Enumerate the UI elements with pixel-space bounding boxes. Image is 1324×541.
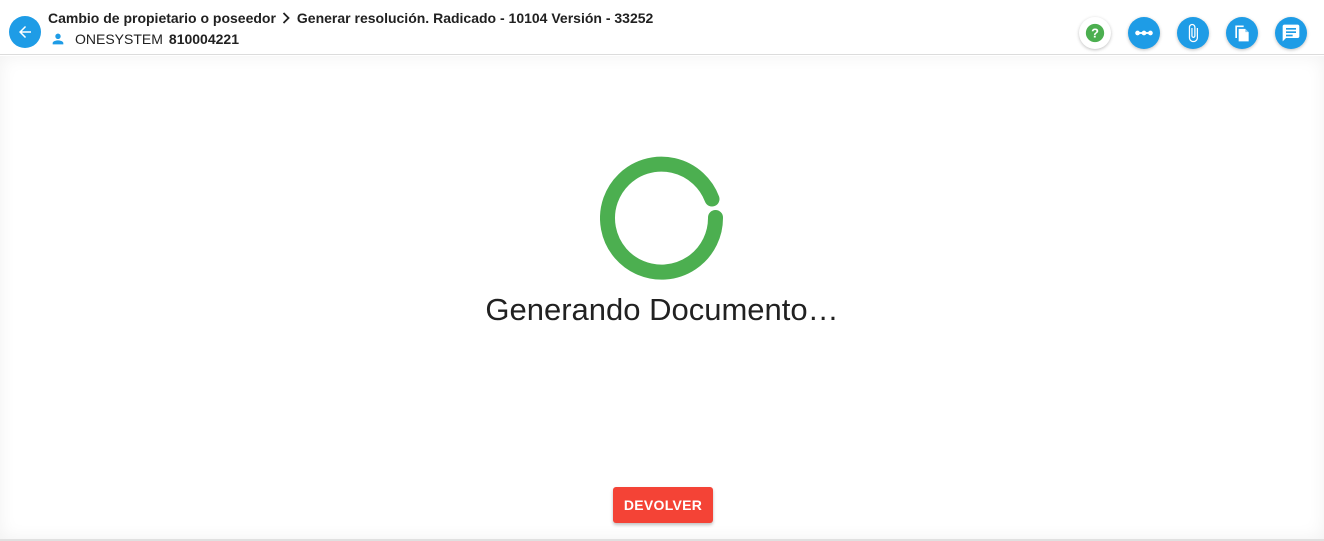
help-icon: ?: [1085, 23, 1105, 43]
breadcrumb-current: Generar resolución. Radicado - 10104 Ver…: [296, 10, 654, 26]
back-button[interactable]: [9, 16, 41, 48]
toolbar: ?: [1079, 17, 1307, 49]
breadcrumb-parent[interactable]: Cambio de propietario o poseedor: [48, 10, 276, 26]
paperclip-icon: [1188, 23, 1198, 43]
devolver-button[interactable]: DEVOLVER: [613, 487, 713, 523]
help-button[interactable]: ?: [1079, 17, 1111, 49]
loading-text: Generando Documento…: [485, 292, 839, 327]
user-name: ONESYSTEM: [75, 31, 163, 47]
breadcrumb: Cambio de propietario o poseedor Generar…: [48, 10, 653, 26]
svg-text:?: ?: [1091, 26, 1099, 41]
flow-icon: [1135, 30, 1153, 36]
header: Cambio de propietario o poseedor Generar…: [0, 0, 1324, 55]
user-info: ONESYSTEM 810004221: [48, 31, 239, 47]
loading-spinner-icon: [600, 156, 724, 280]
documents-button[interactable]: [1226, 17, 1258, 49]
comments-button[interactable]: [1275, 17, 1307, 49]
main-content: Generando Documento… DEVOLVER: [0, 56, 1324, 539]
copy-icon: [1235, 25, 1249, 42]
flow-button[interactable]: [1128, 17, 1160, 49]
chevron-right-icon: [282, 12, 290, 24]
person-icon: [50, 31, 66, 47]
comment-icon: [1282, 24, 1300, 42]
attachments-button[interactable]: [1177, 17, 1209, 49]
arrow-left-icon: [19, 26, 31, 38]
user-id: 810004221: [168, 31, 239, 47]
